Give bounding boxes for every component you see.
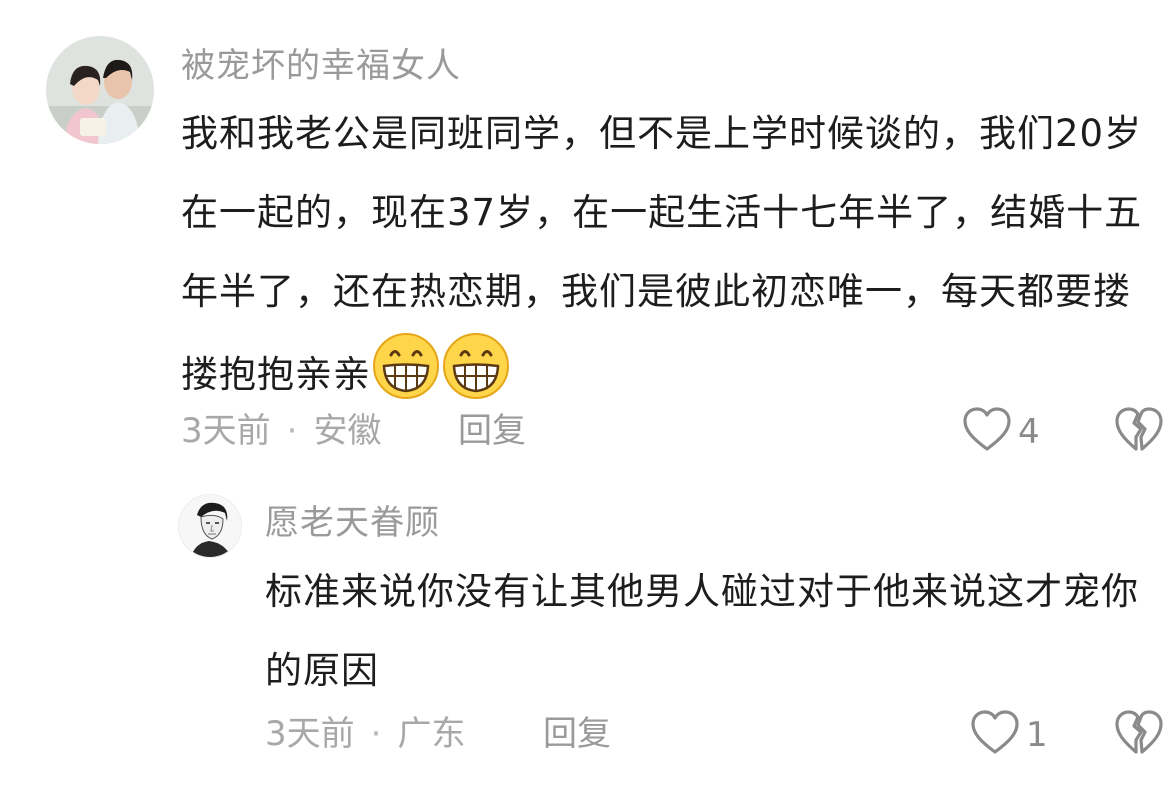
comment-username[interactable]: 被宠坏的幸福女人 bbox=[181, 46, 461, 86]
grinning-face-icon bbox=[441, 331, 511, 401]
comment-text-body: 我和我老公是同班同学，但不是上学时候谈的，我们20岁在一起的，现在37岁，在一起… bbox=[181, 112, 1143, 396]
broken-heart-icon bbox=[1114, 407, 1164, 458]
comment-time: 3天前 bbox=[181, 411, 271, 451]
like-count: 1 bbox=[1026, 715, 1048, 755]
like-count: 4 bbox=[1018, 412, 1040, 452]
comment-username[interactable]: 愿老天眷顾 bbox=[265, 503, 440, 543]
avatar[interactable] bbox=[178, 494, 242, 558]
broken-heart-icon bbox=[1114, 710, 1164, 761]
reply-button[interactable]: 回复 bbox=[543, 714, 611, 754]
meta-separator: · bbox=[370, 714, 382, 754]
comment-text: 我和我老公是同班同学，但不是上学时候谈的，我们20岁在一起的，现在37岁，在一起… bbox=[181, 94, 1166, 414]
dislike-button[interactable] bbox=[1114, 406, 1164, 458]
comment-time: 3天前 bbox=[265, 714, 355, 754]
comment-location: 广东 bbox=[397, 714, 466, 754]
heart-icon bbox=[970, 709, 1020, 761]
avatar[interactable] bbox=[46, 36, 154, 144]
comment-meta: 3天前 · 安徽 bbox=[181, 411, 381, 451]
dislike-button[interactable] bbox=[1114, 709, 1164, 761]
grinning-face-icon bbox=[371, 331, 441, 401]
reply-button[interactable]: 回复 bbox=[458, 411, 526, 451]
comment-location: 安徽 bbox=[313, 411, 382, 451]
meta-separator: · bbox=[286, 411, 298, 451]
like-button[interactable]: 1 bbox=[970, 709, 1048, 761]
like-button[interactable]: 4 bbox=[962, 406, 1040, 458]
comment-meta: 3天前 · 广东 bbox=[265, 714, 465, 754]
heart-icon bbox=[962, 406, 1012, 458]
comment-text: 标准来说你没有让其他男人碰过对于他来说这才宠你的原因 bbox=[265, 570, 1139, 692]
